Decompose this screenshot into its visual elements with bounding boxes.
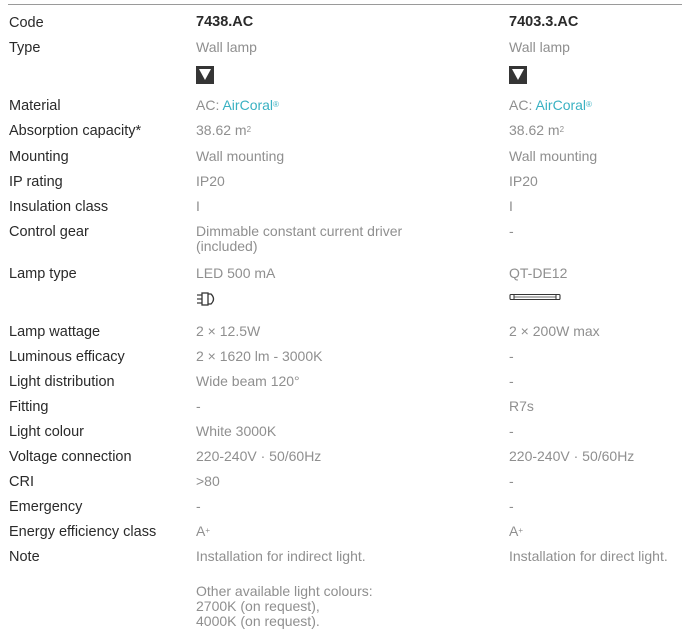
label-voltage: Voltage connection — [9, 449, 132, 465]
unit-superscript: 2 — [559, 125, 565, 134]
registered-mark: ® — [586, 100, 592, 109]
label-efficacy: Luminous efficacy — [9, 349, 125, 365]
label-wattage: Lamp wattage — [9, 324, 101, 340]
label-energy-class: Energy efficiency class — [9, 524, 157, 540]
wattage-col-1: 2 × 12.5W — [196, 323, 261, 339]
energy-superscript: + — [205, 526, 211, 535]
aircoral-link[interactable]: AirCoral — [535, 97, 586, 113]
control-col-2: - — [509, 223, 514, 239]
top-divider — [8, 4, 682, 5]
note-col-2: Installation for direct light. — [509, 548, 668, 564]
ip-col-1: IP20 — [196, 173, 225, 189]
fitting-col-1: - — [196, 398, 201, 414]
linear-tube-lamp-icon — [509, 293, 561, 301]
absorption-value: 38.62 m — [196, 122, 247, 138]
efficacy-col-2: - — [509, 348, 514, 364]
energy-value: A — [196, 523, 206, 539]
type-col-2: Wall lamp — [509, 39, 570, 55]
label-absorption: Absorption capacity* — [9, 123, 142, 139]
insulation-col-1: I — [196, 198, 200, 214]
lamp-type-col-2: QT-DE12 — [509, 265, 568, 281]
voltage-col-1: 220-240V · 50/60Hz — [196, 448, 322, 464]
label-ip: IP rating — [9, 174, 63, 190]
absorption-col-2: 38.62 m2 — [509, 123, 681, 138]
code-col-1: 7438.AC — [196, 14, 254, 30]
wall-mount-triangle-icon — [196, 66, 214, 84]
wattage-col-2: 2 × 200W max — [509, 323, 600, 339]
label-code: Code — [9, 15, 44, 31]
label-type: Type — [9, 40, 41, 56]
label-material: Material — [9, 98, 61, 114]
control-col-1: Dimmable constant current driver (includ… — [196, 223, 403, 254]
emergency-col-2: - — [509, 498, 514, 514]
label-emergency: Emergency — [9, 499, 83, 515]
voltage-col-2: 220-240V · 50/60Hz — [509, 448, 635, 464]
efficacy-col-1: 2 × 1620 lm - 3000K — [196, 348, 323, 364]
label-fitting: Fitting — [9, 399, 49, 415]
material-col-2: AC: AirCoral® — [509, 98, 681, 113]
energy-col-2: A+ — [509, 524, 681, 539]
unit-superscript: 2 — [246, 125, 252, 134]
distribution-col-1: Wide beam 120° — [196, 373, 300, 389]
led-plug-icon — [197, 292, 215, 306]
fitting-col-2: R7s — [509, 398, 534, 414]
aircoral-link[interactable]: AirCoral — [222, 97, 273, 113]
label-note: Note — [9, 549, 40, 565]
note-extra-col-1: Other available light colours: 2700K (on… — [196, 583, 373, 629]
wall-mount-triangle-icon — [509, 66, 527, 84]
distribution-col-2: - — [509, 373, 514, 389]
colour-col-2: - — [509, 423, 514, 439]
label-distribution: Light distribution — [9, 374, 115, 390]
lamp-type-col-1: LED 500 mA — [196, 265, 276, 281]
label-lamp-type: Lamp type — [9, 266, 77, 282]
material-prefix: AC: — [196, 97, 223, 113]
colour-col-1: White 3000K — [196, 423, 277, 439]
label-mounting: Mounting — [9, 149, 69, 165]
note-col-1: Installation for indirect light. — [196, 548, 366, 564]
ip-col-2: IP20 — [509, 173, 538, 189]
insulation-col-2: I — [509, 198, 513, 214]
label-cri: CRI — [9, 474, 34, 490]
energy-value: A — [509, 523, 519, 539]
material-col-1: AC: AirCoral® — [196, 98, 456, 113]
label-insulation: Insulation class — [9, 199, 109, 215]
type-col-1: Wall lamp — [196, 39, 257, 55]
label-control-gear: Control gear — [9, 224, 89, 240]
energy-superscript: + — [518, 526, 524, 535]
absorption-value: 38.62 m — [509, 122, 560, 138]
material-prefix: AC: — [509, 97, 536, 113]
cri-col-1: >80 — [196, 473, 220, 489]
absorption-col-1: 38.62 m2 — [196, 123, 456, 138]
mounting-col-2: Wall mounting — [509, 148, 598, 164]
label-light-colour: Light colour — [9, 424, 84, 440]
cri-col-2: - — [509, 473, 514, 489]
energy-col-1: A+ — [196, 524, 456, 539]
mounting-col-1: Wall mounting — [196, 148, 285, 164]
code-col-2: 7403.3.AC — [509, 14, 579, 30]
emergency-col-1: - — [196, 498, 201, 514]
registered-mark: ® — [273, 100, 279, 109]
